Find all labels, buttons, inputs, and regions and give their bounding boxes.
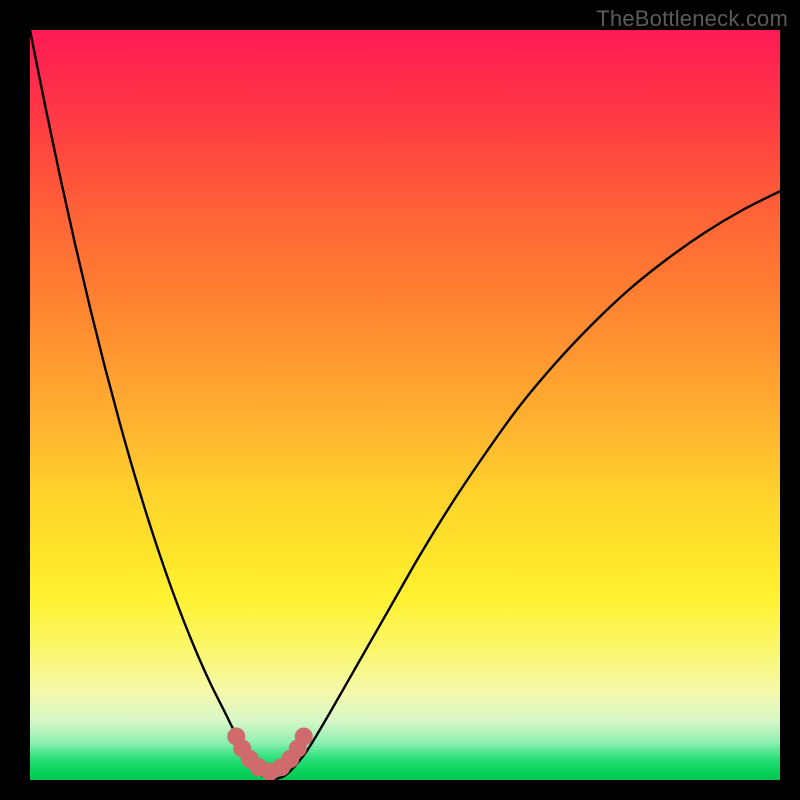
watermark-text: TheBottleneck.com [596, 6, 788, 32]
bottleneck-curve [30, 30, 780, 780]
plot-area [30, 30, 780, 780]
curve-path [30, 30, 780, 779]
chart-stage: TheBottleneck.com [0, 0, 800, 800]
